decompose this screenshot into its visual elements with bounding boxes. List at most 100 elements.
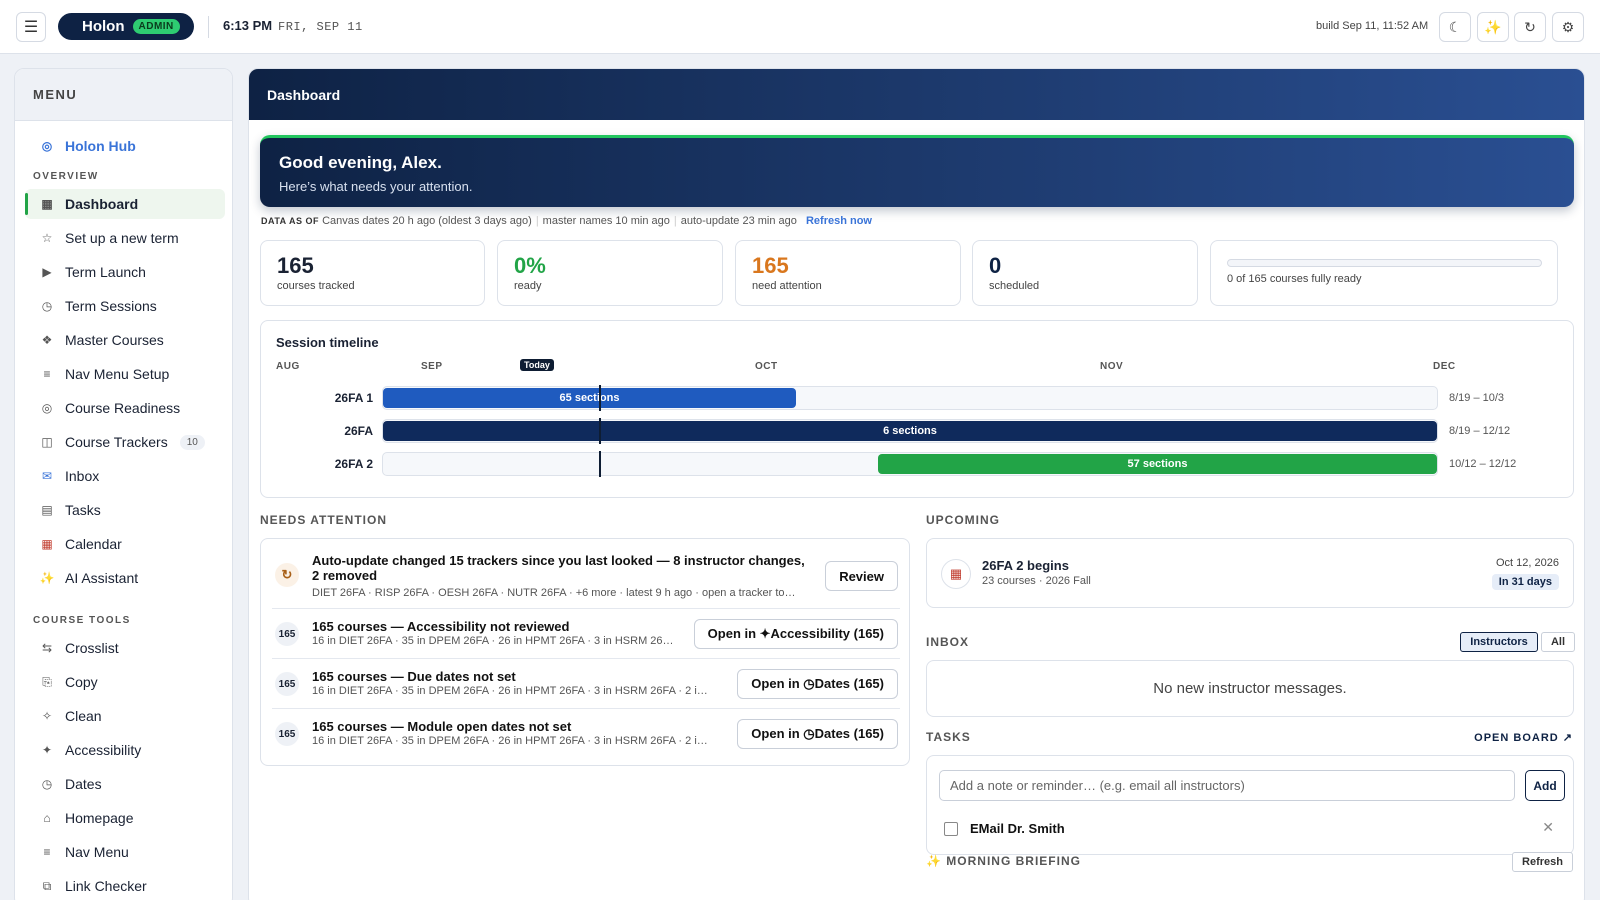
sidebar-item-label: Nav Menu [65,844,129,860]
sidebar-item-dashboard[interactable]: ▦ Dashboard [25,189,225,219]
stat-ready[interactable]: 0% ready [497,240,723,306]
timeline-month: SEP [421,361,443,372]
columns-icon: ◫ [41,435,53,449]
timeline-range: 10/12 – 12/12 [1449,458,1517,470]
timeline-track: 6 sections [382,418,1438,444]
timeline-month: DEC [1433,361,1456,372]
sparkle-icon: ✧ [41,709,53,723]
clock-icon: ◷ [41,299,53,313]
attention-item: 165 165 courses — Accessibility not revi… [272,609,900,659]
timeline-bar[interactable]: 6 sections [383,421,1437,441]
greeting-banner: Good evening, Alex. Here’s what needs yo… [260,135,1574,207]
refresh-now-link[interactable]: Refresh now [806,215,872,227]
sidebar-item-crosslist[interactable]: ⇆ Crosslist [25,633,225,663]
sidebar-item-ai-assistant[interactable]: ✨ AI Assistant [25,563,225,593]
sidebar-item-clean[interactable]: ✧ Clean [25,701,225,731]
stat-label: courses tracked [277,280,355,292]
delete-task-icon[interactable]: ✕ [1542,819,1554,836]
inbox-empty-state: No new instructor messages. [926,660,1574,717]
stat-label: need attention [752,280,822,292]
sidebar-item-tasks[interactable]: ▤ Tasks [25,495,225,525]
sidebar-item-setup-term[interactable]: ☆ Set up a new term [25,223,225,253]
brand-pill[interactable]: Holon ADMIN [58,13,194,40]
inbox-tab-instructors[interactable]: Instructors [1460,632,1538,652]
open-board-link[interactable]: OPEN BOARD ↗ [1474,731,1573,744]
attention-title: 165 courses — Accessibility not reviewed [312,619,570,634]
moon-icon: ☾ [1448,18,1462,35]
inbox-title: INBOX [926,635,970,649]
build-info: build Sep 11, 11:52 AM [1316,20,1429,32]
sidebar-item-nav-menu[interactable]: ≡ Nav Menu [25,837,225,867]
timeline-today-line [599,451,601,477]
timeline-bar[interactable]: 57 sections [878,454,1437,474]
sidebar-item-calendar[interactable]: ▦ Calendar [25,529,225,559]
list-icon: ≡ [43,845,51,859]
clock-time: 6:13 PM [223,18,273,33]
timeline-bar[interactable]: 65 sections [383,388,796,408]
readiness-label: 0 of 165 courses fully ready [1227,273,1362,285]
sidebar-item-copy[interactable]: ⎘ Copy [25,667,225,697]
attention-title: Auto-update changed 15 trackers since yo… [312,553,805,583]
stat-scheduled[interactable]: 0 scheduled [972,240,1198,306]
task-input[interactable] [939,770,1515,801]
master-freshness: master names 10 min ago [542,215,670,227]
tracker-count-badge: 10 [179,434,205,450]
settings-button[interactable]: ⚙ [1552,12,1584,42]
tasks-title: TASKS [926,730,971,744]
sidebar-item-label: Homepage [65,810,134,826]
sidebar-item-holon-hub[interactable]: ◎ Holon Hub [25,131,225,161]
count-badge: 165 [275,722,299,746]
timeline-range: 8/19 – 12/12 [1449,425,1511,437]
calendar-icon: ▦ [941,559,971,589]
open-due-dates-button[interactable]: Open in ◷Dates (165) [737,669,898,699]
sidebar-item-link-checker[interactable]: ⧉ Link Checker [25,871,225,900]
sidebar-item-label: Clean [65,708,102,724]
attention-title: 165 courses — Due dates not set [312,669,516,684]
timeline-row-label: 26FA 2 [334,457,373,471]
review-button[interactable]: Review [825,561,898,591]
data-freshness: DATA AS OF Canvas dates 20 h ago (oldest… [261,215,872,227]
sidebar: MENU ◎ Holon Hub OVERVIEW ▦ Dashboard ☆ … [14,68,233,900]
sidebar-item-dates[interactable]: ◷ Dates [25,769,225,799]
timeline-today-line [599,418,601,444]
sidebar-item-accessibility[interactable]: ✦ Accessibility [25,735,225,765]
inbox-tab-all[interactable]: All [1541,632,1575,652]
mailbox-icon: ✉ [41,469,53,483]
hamburger-menu-button[interactable]: ☰ [16,12,46,42]
sparkles-icon: ✨ [39,571,55,585]
attention-item: 165 165 courses — Module open dates not … [272,709,900,759]
open-module-dates-button[interactable]: Open in ◷Dates (165) [737,719,898,749]
sidebar-item-homepage[interactable]: ⌂ Homepage [25,803,225,833]
sidebar-item-label: Inbox [65,468,100,484]
stat-value: 0% [514,253,546,278]
stat-courses-tracked[interactable]: 165 courses tracked [260,240,485,306]
sidebar-item-label: Master Courses [65,332,164,348]
stat-need-attention[interactable]: 165 need attention [735,240,961,306]
sidebar-item-master-courses[interactable]: ❖ Master Courses [25,325,225,355]
sidebar-item-inbox[interactable]: ✉ Inbox [25,461,225,491]
upcoming-card[interactable]: ▦ 26FA 2 begins 23 courses · 2026 Fall O… [926,538,1574,608]
sidebar-item-course-readiness[interactable]: ◎ Course Readiness [25,393,225,423]
sidebar-item-term-sessions[interactable]: ◷ Term Sessions [25,291,225,321]
auto-update-freshness: auto-update 23 min ago [680,215,797,227]
stat-value: 165 [752,253,789,278]
open-accessibility-button[interactable]: Open in ✦Accessibility (165) [693,619,898,649]
sidebar-section-overview: OVERVIEW [33,171,99,182]
add-task-button[interactable]: Add [1525,770,1565,801]
diamond-icon: ❖ [41,333,53,347]
sidebar-item-label: Term Launch [65,264,146,280]
sidebar-item-course-trackers[interactable]: ◫ Course Trackers 10 [25,427,225,457]
briefing-refresh-button[interactable]: Refresh [1512,852,1573,872]
ai-button[interactable]: ✨ [1477,12,1509,42]
attention-item: ↻ Auto-update changed 15 trackers since … [272,539,900,609]
session-timeline: Session timeline AUG SEP OCT NOV DEC Tod… [260,320,1574,498]
dark-mode-button[interactable]: ☾ [1439,12,1471,42]
attention-detail: 16 in DIET 26FA · 35 in DPEM 26FA · 26 i… [312,635,674,647]
admin-badge: ADMIN [132,19,180,34]
star4-icon: ✦ [41,743,53,757]
sidebar-item-nav-menu-setup[interactable]: ≡ Nav Menu Setup [25,359,225,389]
task-checkbox[interactable] [944,822,958,836]
tasks-panel: Add EMail Dr. Smith ✕ [926,755,1574,855]
sidebar-item-term-launch[interactable]: ▶ Term Launch [25,257,225,287]
reload-button[interactable]: ↻ [1514,12,1546,42]
